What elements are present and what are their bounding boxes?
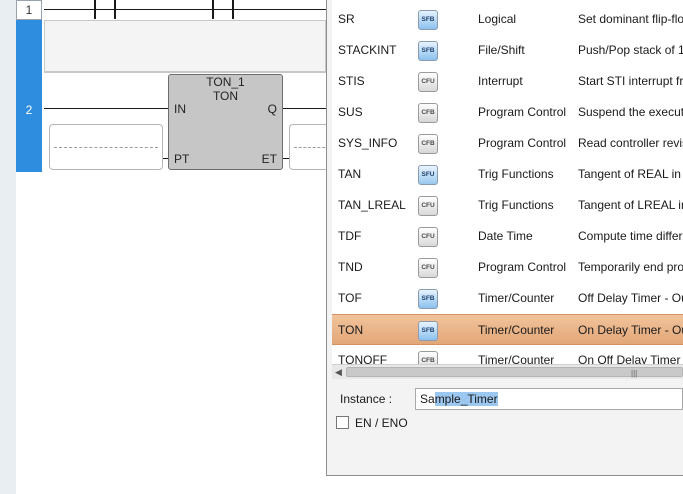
- rung-number-2: 2: [25, 103, 33, 117]
- cfb-icon: CFB: [418, 351, 438, 364]
- function-category: Date Time: [478, 229, 533, 243]
- function-row[interactable]: TOF SFB Timer/Counter Off Delay Timer - Ou: [332, 283, 683, 314]
- function-row[interactable]: STIS CFU Interrupt Start STI interrupt fr: [332, 66, 683, 97]
- cfb-icon: CFB: [418, 103, 438, 123]
- scrollbar-thumb[interactable]: |||: [346, 367, 683, 378]
- function-category: File/Shift: [478, 43, 525, 57]
- function-category: Program Control: [478, 136, 567, 150]
- function-row[interactable]: STACKINT SFB File/Shift Push/Pop stack of 1…: [332, 35, 683, 66]
- function-name: TONOFF: [338, 353, 388, 364]
- function-name: TON: [338, 323, 364, 337]
- function-category: Timer/Counter: [478, 323, 555, 337]
- pin-q: Q: [267, 102, 277, 116]
- sfb-icon: SFB: [418, 321, 438, 341]
- sfb-icon: SFB: [418, 41, 438, 61]
- en-eno-label: EN / ENO: [355, 416, 408, 430]
- function-category: Interrupt: [478, 74, 523, 88]
- function-description: On Delay Timer - Ou: [578, 323, 683, 337]
- sfu-icon: SFU: [418, 165, 438, 185]
- cfu-icon: CFU: [418, 227, 438, 247]
- function-category: Timer/Counter: [478, 353, 555, 364]
- pt-param-box[interactable]: [49, 124, 163, 170]
- cfb-icon: CFB: [418, 134, 438, 154]
- function-name: SUS: [338, 105, 363, 119]
- in-wire: [44, 108, 168, 109]
- function-list[interactable]: SR SFB Logical Set dominant flip-flo STACKIN…: [332, 0, 683, 364]
- function-row[interactable]: TDF CFU Date Time Compute time differ: [332, 221, 683, 252]
- function-name: TND: [338, 260, 363, 274]
- rung-2-bar[interactable]: [16, 72, 42, 172]
- rung-number-1[interactable]: 1: [16, 0, 42, 20]
- function-row[interactable]: SUS CFB Program Control Suspend the executi: [332, 97, 683, 128]
- pin-pt: PT: [174, 152, 190, 166]
- function-row[interactable]: TON SFB Timer/Counter On Delay Timer - Ou: [332, 314, 683, 345]
- function-description: Tangent of LREAL in: [578, 198, 683, 212]
- function-name: STIS: [338, 74, 365, 88]
- function-category: Trig Functions: [478, 198, 554, 212]
- function-name: SYS_INFO: [338, 136, 398, 150]
- et-param-box[interactable]: [289, 124, 329, 170]
- ton-function-block[interactable]: TON_1 TON IN Q PT ET: [168, 74, 283, 170]
- window-edge: [0, 0, 17, 494]
- function-row[interactable]: TAN_LREAL CFU Trig Functions Tangent of LRE…: [332, 190, 683, 221]
- function-row[interactable]: TND CFU Program Control Temporarily end pro: [332, 252, 683, 283]
- cfu-icon: CFU: [418, 72, 438, 92]
- function-row[interactable]: SYS_INFO CFB Program Control Read controlle…: [332, 128, 683, 159]
- instance-input[interactable]: Sample_Timer: [415, 388, 683, 410]
- function-name: TOF: [338, 291, 362, 305]
- function-description: Tangent of REAL in r: [578, 167, 683, 181]
- contact2-left-bar: [212, 0, 214, 19]
- rung-1-empty-area[interactable]: [44, 20, 326, 72]
- contact2-right-bar: [232, 0, 234, 19]
- function-description: Push/Pop stack of 1.: [578, 43, 683, 57]
- instance-label: Instance :: [340, 392, 393, 406]
- function-row[interactable]: TONOFF CFB Timer/Counter On Off Delay Timer…: [332, 345, 683, 364]
- block-instance-name: TON_1: [206, 75, 245, 89]
- en-eno-checkbox[interactable]: [336, 416, 349, 429]
- block-type-name: TON: [212, 89, 239, 103]
- function-name: TDF: [338, 229, 362, 243]
- rung-1-selection-bar: [16, 20, 42, 72]
- horizontal-scrollbar[interactable]: ◀ |||: [332, 364, 683, 379]
- pin-in: IN: [174, 102, 186, 116]
- function-description: Off Delay Timer - Ou: [578, 291, 683, 305]
- function-name: TAN: [338, 167, 362, 181]
- function-name: SR: [338, 12, 355, 26]
- function-category: Timer/Counter: [478, 291, 555, 305]
- function-description: Suspend the executi: [578, 105, 683, 119]
- contact-left-bar: [94, 0, 96, 19]
- scroll-left-icon[interactable]: ◀: [335, 365, 342, 379]
- function-name: TAN_LREAL: [338, 198, 406, 212]
- function-description: Compute time differ: [578, 229, 683, 243]
- function-row[interactable]: TAN SFU Trig Functions Tangent of REAL in r: [332, 159, 683, 190]
- instance-value-selected: mple_Timer: [434, 392, 498, 406]
- rung-1-wire: [44, 9, 326, 10]
- function-category: Program Control: [478, 260, 567, 274]
- function-description: Start STI interrupt fr: [578, 74, 683, 88]
- function-name: STACKINT: [338, 43, 397, 57]
- q-wire: [283, 108, 326, 109]
- grip-icon: |||: [631, 369, 638, 378]
- function-description: Temporarily end pro: [578, 260, 683, 274]
- function-row[interactable]: SR SFB Logical Set dominant flip-flo: [332, 4, 683, 35]
- sfb-icon: SFB: [418, 10, 438, 30]
- rung-divider: [44, 72, 326, 73]
- sfb-icon: SFB: [418, 289, 438, 309]
- function-description: On Off Delay Timer -: [578, 353, 683, 364]
- function-category: Logical: [478, 12, 517, 26]
- cfu-icon: CFU: [418, 258, 438, 278]
- pin-et: ET: [261, 152, 277, 166]
- function-description: Read controller revis: [578, 136, 683, 150]
- contact-right-bar: [114, 0, 116, 19]
- function-category: Trig Functions: [478, 167, 554, 181]
- function-category: Program Control: [478, 105, 567, 119]
- instance-value-prefix: Sa: [420, 392, 435, 406]
- function-description: Set dominant flip-flo: [578, 12, 683, 26]
- cfu-icon: CFU: [418, 196, 438, 216]
